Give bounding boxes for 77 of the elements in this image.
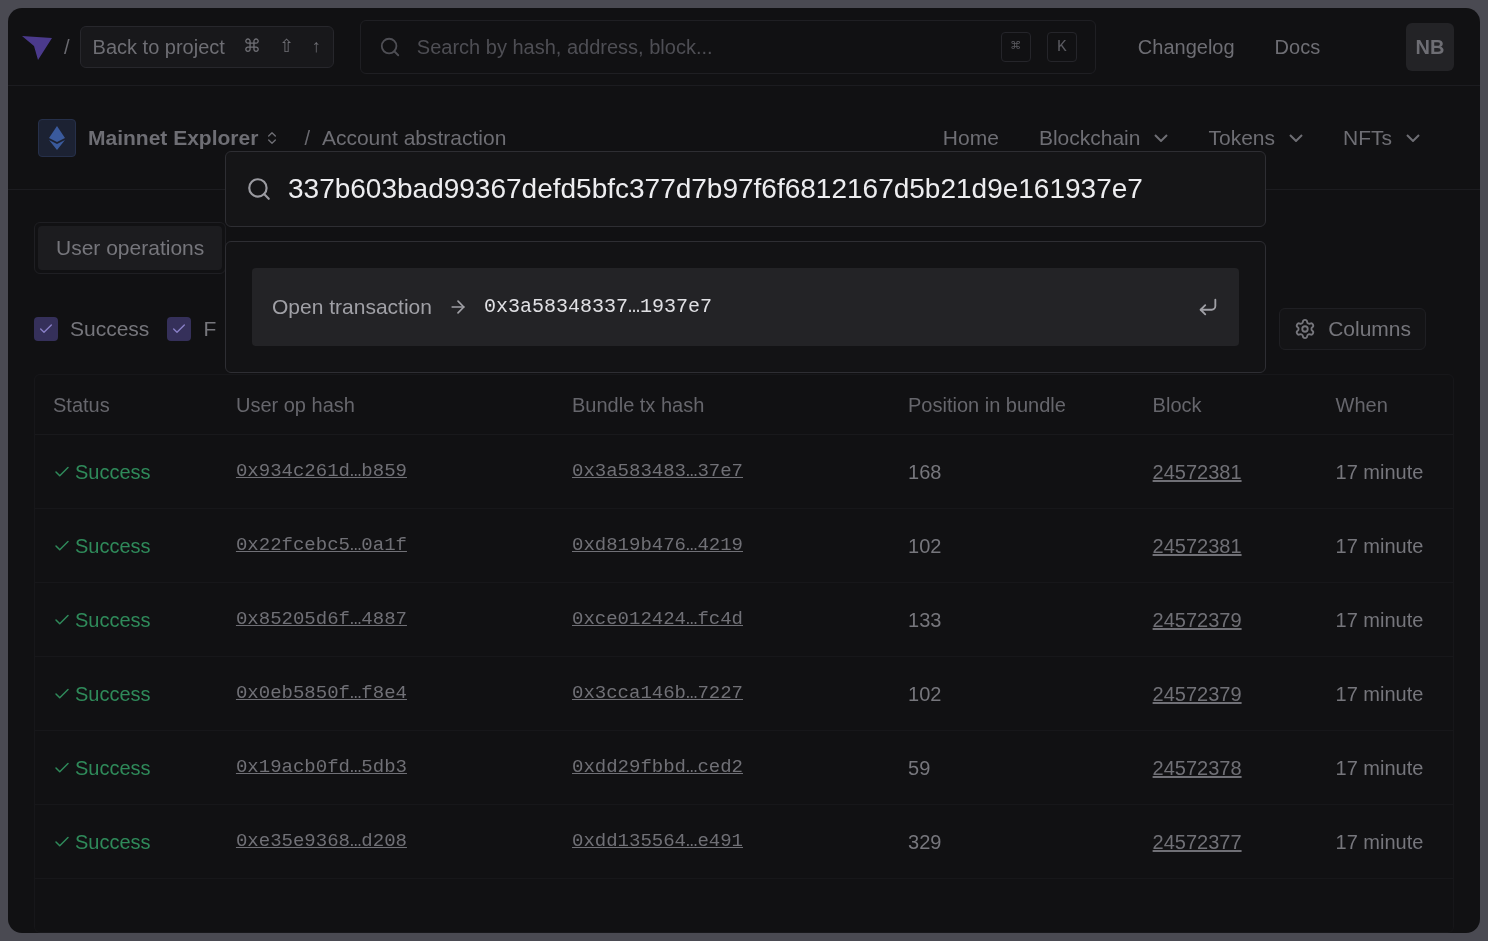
table-cell: 17 minute — [1335, 460, 1424, 483]
table-cell: 329 — [908, 830, 942, 853]
table-cell: 133 — [908, 608, 942, 631]
column-header: Bundle tx hash — [572, 393, 705, 416]
table-cell: 102 — [908, 682, 942, 705]
status-text: Success — [75, 607, 151, 633]
checkbox-label: Success — [70, 316, 150, 343]
block-link[interactable]: 24572381 — [1152, 534, 1242, 557]
nav-link[interactable]: Changelog — [1137, 31, 1235, 62]
shortcut-key: K — [1046, 31, 1077, 62]
checkbox[interactable] — [167, 317, 192, 341]
command-search-field[interactable]: 337b603bad99367defd5bfc377d7b97f6f6812167d5b21d9e161937e7 — [225, 151, 1266, 227]
column-header: When — [1335, 393, 1388, 416]
separator: / — [64, 34, 70, 60]
hash-link[interactable]: 0xdd29fbbd…ced2 — [572, 756, 743, 779]
table-cell: 102 — [908, 534, 942, 557]
block-link[interactable]: 24572379 — [1152, 682, 1242, 705]
search-field[interactable]: Search by hash, address, block... ⌘ K — [359, 19, 1096, 74]
search-icon — [246, 176, 272, 202]
hash-link[interactable]: 0xce012424…fc4d — [572, 608, 743, 631]
nav-menu-item[interactable]: Home — [942, 121, 999, 154]
hash-link[interactable]: 0xe35e9368…d208 — [235, 830, 407, 853]
ethereum-logo-icon — [38, 118, 76, 157]
hash-link[interactable]: 0x3cca146b…7227 — [572, 682, 743, 705]
block-link[interactable]: 24572377 — [1152, 830, 1242, 853]
status-text: Success — [75, 533, 151, 559]
block-link[interactable]: 24572378 — [1152, 756, 1242, 779]
hash-link[interactable]: 0x3a583483…37e7 — [572, 460, 743, 483]
search-query: 337b603bad99367defd5bfc377d7b97f6f6812167d5b21d9e161937e7 — [288, 172, 1143, 206]
status-text: Success — [75, 829, 151, 855]
hash-link[interactable]: 0xdd135564…e491 — [572, 830, 743, 853]
checkbox[interactable] — [34, 317, 58, 341]
hash-link[interactable]: 0x22fcebc5…0a1f — [235, 534, 407, 557]
column-header: User op hash — [235, 393, 355, 416]
result-hash: 0x3a58348337…1937e7 — [483, 294, 712, 320]
chevron-down-icon — [1406, 133, 1420, 142]
checkbox-label: F — [203, 316, 217, 343]
hash-link[interactable]: 0x0eb5850f…f8e4 — [235, 682, 407, 705]
shortcut-key: ⌘ — [1000, 31, 1031, 62]
status-text: Success — [75, 681, 151, 707]
column-header: Position in bundle — [908, 393, 1066, 416]
nav-link[interactable]: Docs — [1274, 31, 1321, 62]
nav-menu-item[interactable]: NFTs — [1343, 121, 1420, 154]
avatar[interactable]: NB — [1406, 22, 1454, 71]
chevron-down-icon — [1289, 133, 1303, 142]
table-cell: 17 minute — [1335, 756, 1424, 779]
chevron-down-icon — [1154, 133, 1169, 142]
separator: / — [304, 125, 310, 151]
hash-link[interactable]: 0x85205d6f…4887 — [235, 608, 407, 631]
table-cell: 168 — [908, 460, 942, 483]
hash-link[interactable]: 0xd819b476…4219 — [572, 534, 743, 557]
block-link[interactable]: 24572381 — [1152, 460, 1242, 483]
result-label: Open transaction — [272, 294, 432, 321]
columns-button[interactable]: Columns — [1279, 308, 1426, 350]
column-header: Status — [53, 393, 110, 416]
page-title: Account abstraction — [321, 124, 507, 151]
table-cell: 59 — [908, 756, 931, 779]
status-text: Success — [75, 459, 151, 485]
table-cell: 17 minute — [1335, 682, 1424, 705]
table-cell: 17 minute — [1335, 608, 1424, 631]
hash-link[interactable]: 0x19acb0fd…5db3 — [235, 756, 407, 779]
result-item[interactable]: Open transaction 0x3a58348337…1937e7 — [252, 268, 1239, 346]
search-icon — [378, 35, 401, 58]
nav-menu-item[interactable]: Tokens — [1208, 121, 1303, 154]
column-header: Block — [1152, 393, 1202, 416]
nav-menu-item[interactable]: Blockchain — [1038, 121, 1169, 154]
table-cell: 17 minute — [1335, 534, 1424, 557]
status-text: Success — [75, 755, 151, 781]
tab[interactable]: User operations — [38, 226, 223, 270]
block-link[interactable]: 24572379 — [1152, 608, 1242, 631]
search-input[interactable]: Search by hash, address, block... — [416, 31, 985, 62]
table-cell: 17 minute — [1335, 830, 1424, 853]
enter-key-icon — [1197, 296, 1219, 318]
project-selector[interactable]: Mainnet Explorer — [88, 121, 281, 154]
back-button[interactable]: Back to project ⌘ ⇧ ↑ — [79, 25, 334, 68]
settings-icon — [1294, 318, 1317, 340]
hash-link[interactable]: 0x934c261d…b859 — [235, 460, 407, 483]
